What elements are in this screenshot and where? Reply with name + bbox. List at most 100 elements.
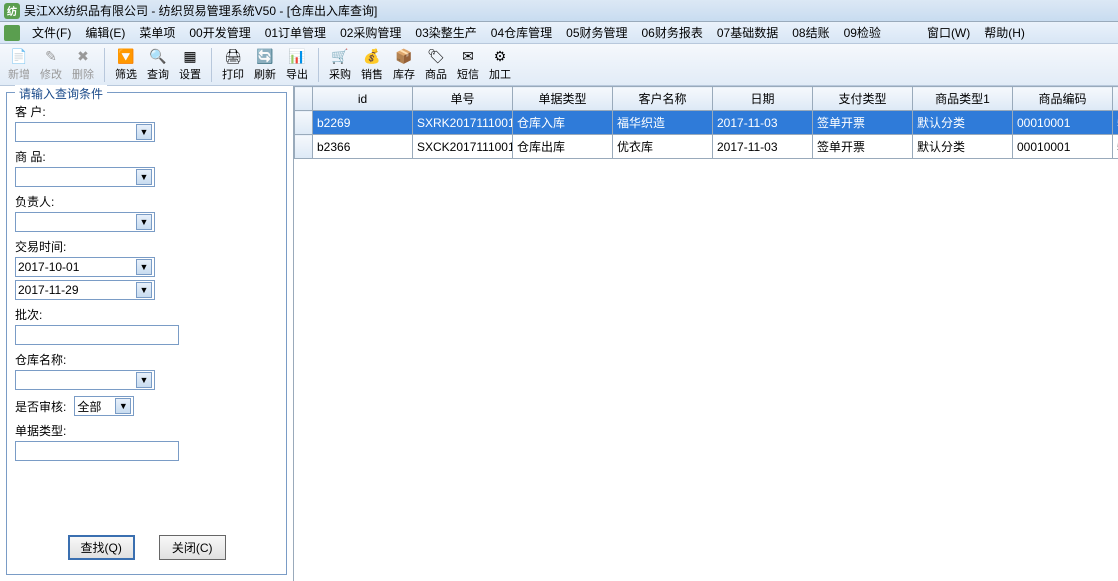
label-billtype: 单据类型:: [15, 422, 278, 439]
cell[interactable]: 默认分类: [913, 135, 1013, 159]
menu-file[interactable]: 文件(F): [26, 22, 77, 43]
audited-combo[interactable]: 全部 ▼: [74, 396, 134, 416]
table-row[interactable]: b2269SXRK2017111001仓库入库福华织造2017-11-03签单开…: [295, 111, 1118, 135]
cell[interactable]: 福华织造: [613, 111, 713, 135]
col-8[interactable]: [1113, 87, 1118, 111]
toolbar-label: 商品: [425, 66, 447, 82]
date-to-combo[interactable]: 2017-11-29 ▼: [15, 280, 155, 300]
menu-icon: [4, 25, 20, 41]
col-2[interactable]: 单据类型: [513, 87, 613, 111]
chevron-down-icon: ▼: [136, 169, 152, 185]
menu-window[interactable]: 窗口(W): [921, 22, 976, 43]
查询-icon: 🔍: [149, 47, 167, 65]
toolbar-销售[interactable]: 💰销售: [357, 46, 387, 83]
titlebar: 纺 吴江XX纺织品有限公司 - 纺织贸易管理系统V50 - [仓库出入库查询]: [0, 0, 1118, 22]
cell[interactable]: SXRK2017111001: [413, 111, 513, 135]
menu-finance[interactable]: 05财务管理: [560, 22, 633, 43]
toolbar-商品[interactable]: 🏷商品: [421, 46, 451, 83]
cell[interactable]: 仓库出库: [513, 135, 613, 159]
row-header: [295, 111, 313, 135]
grid-area: id单号单据类型客户名称日期支付类型商品类型1商品编码 b2269SXRK201…: [294, 86, 1118, 581]
chevron-down-icon: ▼: [136, 214, 152, 230]
toolbar-打印[interactable]: 🖨打印: [218, 46, 248, 83]
chevron-down-icon: ▼: [115, 398, 131, 414]
chevron-down-icon: ▼: [136, 259, 152, 275]
col-7[interactable]: 商品编码: [1013, 87, 1113, 111]
toolbar-新增: 📄新增: [4, 46, 34, 83]
col-0[interactable]: id: [313, 87, 413, 111]
product-combo[interactable]: ▼: [15, 167, 155, 187]
cell[interactable]: b2366: [313, 135, 413, 159]
toolbar-label: 导出: [286, 66, 308, 82]
修改-icon: ✎: [42, 47, 60, 65]
库存-icon: 📦: [395, 47, 413, 65]
cell[interactable]: 签单开票: [813, 135, 913, 159]
cell[interactable]: 优衣库: [613, 135, 713, 159]
window-title: 吴江XX纺织品有限公司 - 纺织贸易管理系统V50 - [仓库出入库查询]: [24, 2, 377, 19]
cell[interactable]: 50D涤: [1113, 111, 1118, 135]
menu-settle[interactable]: 08结账: [786, 22, 835, 43]
billtype-input[interactable]: [15, 441, 179, 461]
menu-report[interactable]: 06财务报表: [636, 22, 709, 43]
close-button[interactable]: 关闭(C): [159, 535, 226, 560]
新增-icon: 📄: [10, 47, 28, 65]
cell[interactable]: 签单开票: [813, 111, 913, 135]
menu-edit[interactable]: 编辑(E): [79, 22, 131, 43]
col-3[interactable]: 客户名称: [613, 87, 713, 111]
toolbar-库存[interactable]: 📦库存: [389, 46, 419, 83]
results-grid[interactable]: id单号单据类型客户名称日期支付类型商品类型1商品编码 b2269SXRK201…: [294, 86, 1118, 159]
toolbar-label: 短信: [457, 66, 479, 82]
toolbar-刷新[interactable]: 🔄刷新: [250, 46, 280, 83]
toolbar-sep: [318, 48, 319, 82]
warehouse-combo[interactable]: ▼: [15, 370, 155, 390]
menu-items[interactable]: 菜单项: [133, 22, 181, 43]
person-combo[interactable]: ▼: [15, 212, 155, 232]
cell[interactable]: 仓库入库: [513, 111, 613, 135]
search-button[interactable]: 查找(Q): [68, 535, 135, 560]
table-row[interactable]: b2366SXCK2017111001仓库出库优衣库2017-11-03签单开票…: [295, 135, 1118, 159]
toolbar-设置[interactable]: ▦设置: [175, 46, 205, 83]
toolbar-label: 新增: [8, 66, 30, 82]
menu-inspect[interactable]: 09检验: [838, 22, 887, 43]
cell[interactable]: 50D涤: [1113, 135, 1118, 159]
menu-warehouse[interactable]: 04仓库管理: [485, 22, 558, 43]
menu-order[interactable]: 01订单管理: [259, 22, 332, 43]
fieldset-legend: 请输入查询条件: [15, 85, 107, 102]
col-4[interactable]: 日期: [713, 87, 813, 111]
menu-help[interactable]: 帮助(H): [978, 22, 1031, 43]
col-6[interactable]: 商品类型1: [913, 87, 1013, 111]
toolbar-label: 查询: [147, 66, 169, 82]
toolbar-修改: ✎修改: [36, 46, 66, 83]
menubar: 文件(F) 编辑(E) 菜单项 00开发管理 01订单管理 02采购管理 03染…: [0, 22, 1118, 44]
date-from-combo[interactable]: 2017-10-01 ▼: [15, 257, 155, 277]
cell[interactable]: SXCK2017111001: [413, 135, 513, 159]
cell[interactable]: b2269: [313, 111, 413, 135]
batch-input[interactable]: [15, 325, 179, 345]
col-1[interactable]: 单号: [413, 87, 513, 111]
toolbar-label: 库存: [393, 66, 415, 82]
label-audited: 是否审核:: [15, 398, 66, 415]
cell[interactable]: 00010001: [1013, 135, 1113, 159]
cell[interactable]: 默认分类: [913, 111, 1013, 135]
导出-icon: 📊: [288, 47, 306, 65]
menu-purchase[interactable]: 02采购管理: [334, 22, 407, 43]
menu-dye[interactable]: 03染整生产: [409, 22, 482, 43]
customer-combo[interactable]: ▼: [15, 122, 155, 142]
toolbar-查询[interactable]: 🔍查询: [143, 46, 173, 83]
cell[interactable]: 2017-11-03: [713, 135, 813, 159]
toolbar-label: 销售: [361, 66, 383, 82]
rowheader-corner: [295, 87, 313, 111]
toolbar-短信[interactable]: ✉短信: [453, 46, 483, 83]
toolbar-加工[interactable]: ⚙加工: [485, 46, 515, 83]
menu-basedata[interactable]: 07基础数据: [711, 22, 784, 43]
chevron-down-icon: ▼: [136, 372, 152, 388]
toolbar-采购[interactable]: 🛒采购: [325, 46, 355, 83]
toolbar-导出[interactable]: 📊导出: [282, 46, 312, 83]
toolbar-筛选[interactable]: 🔽筛选: [111, 46, 141, 83]
menu-dev[interactable]: 00开发管理: [183, 22, 256, 43]
toolbar-label: 修改: [40, 66, 62, 82]
col-5[interactable]: 支付类型: [813, 87, 913, 111]
label-warehouse: 仓库名称:: [15, 351, 278, 368]
cell[interactable]: 00010001: [1013, 111, 1113, 135]
cell[interactable]: 2017-11-03: [713, 111, 813, 135]
